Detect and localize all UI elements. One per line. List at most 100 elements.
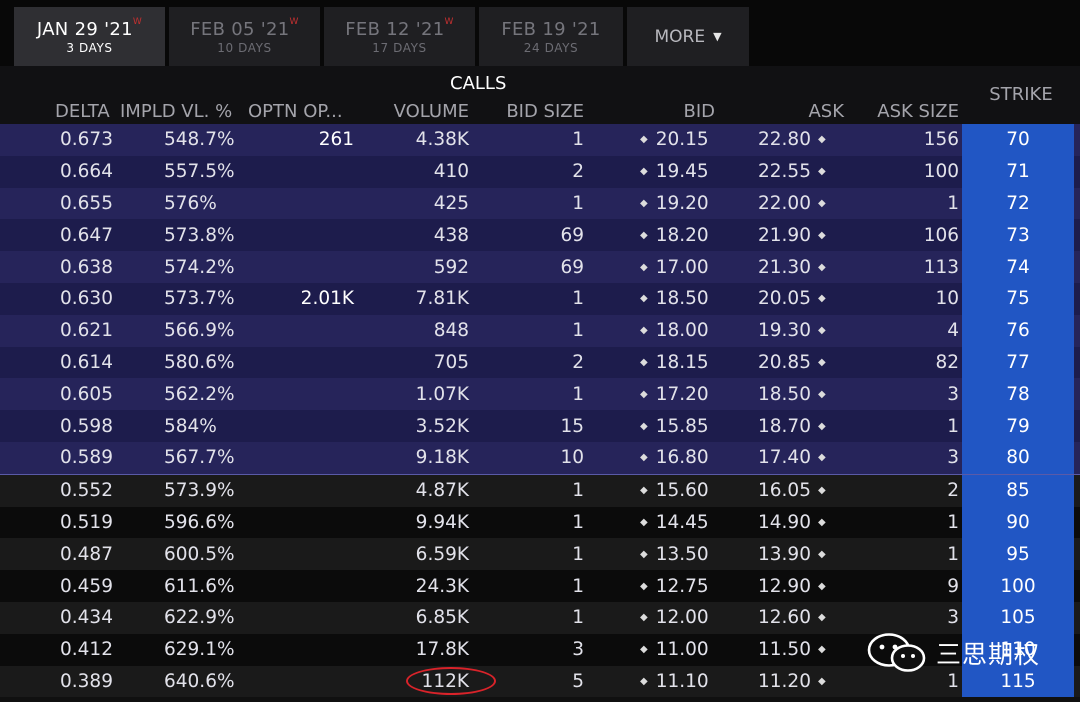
- table-row[interactable]: 0.647 573.8% 438 69 ◆ 18.20 21.90 ◆ 106 73: [0, 219, 1080, 252]
- delta-cell: 0.552: [60, 475, 113, 507]
- ask-size-cell-value: 1: [947, 415, 959, 437]
- implied-vol-cell: 584%: [164, 410, 217, 442]
- ask-size-cell-value: 100: [923, 161, 959, 183]
- table-row[interactable]: 0.630 573.7% 2.01K 7.81K 1 ◆ 18.50 20.05 ◆ 10 75: [0, 282, 1080, 315]
- col-header-bid-size[interactable]: BID SIZE: [506, 101, 584, 122]
- diamond-icon: ◆: [817, 548, 826, 560]
- strike-cell: 74: [962, 251, 1074, 283]
- wechat-icon: [867, 633, 926, 672]
- table-row[interactable]: 0.655 576% 425 1 ◆ 19.20 22.00 ◆ 1 72: [0, 187, 1080, 220]
- bid-cell[interactable]: ◆ 17.20: [640, 378, 709, 410]
- strike-cell-value: 90: [1006, 511, 1030, 533]
- bid-cell[interactable]: ◆ 11.00: [640, 634, 709, 666]
- implied-vol-cell-value: 629.1%: [164, 639, 235, 661]
- bid-cell[interactable]: ◆ 15.60: [640, 475, 709, 507]
- col-header-delta[interactable]: DELTA: [55, 101, 110, 122]
- ask-cell[interactable]: 18.70 ◆: [758, 410, 826, 442]
- ask-cell[interactable]: 20.85 ◆: [758, 347, 826, 379]
- table-row[interactable]: 0.664 557.5% 410 2 ◆ 19.45 22.55 ◆ 100 71: [0, 155, 1080, 188]
- tab-feb-05[interactable]: FEB 05 '21W 10 DAYS: [169, 7, 320, 66]
- table-row[interactable]: 0.459 611.6% 24.3K 1 ◆ 12.75 12.90 ◆ 9 100: [0, 570, 1080, 602]
- table-row[interactable]: 0.519 596.6% 9.94K 1 ◆ 14.45 14.90 ◆ 1 90: [0, 506, 1080, 539]
- table-row[interactable]: 0.598 584% 3.52K 15 ◆ 15.85 18.70 ◆ 1 79: [0, 410, 1080, 442]
- ask-cell[interactable]: 12.90 ◆: [758, 570, 826, 602]
- bid-cell-value: 18.15: [655, 351, 709, 373]
- bid-cell[interactable]: ◆ 17.00: [640, 251, 709, 283]
- table-row[interactable]: 0.552 573.9% 4.87K 1 ◆ 15.60 16.05 ◆ 2 85: [0, 474, 1080, 507]
- bid-cell[interactable]: ◆ 18.00: [640, 315, 709, 347]
- bid-cell[interactable]: ◆ 19.20: [640, 188, 709, 220]
- bid-cell-value: 15.60: [655, 480, 709, 502]
- col-header-strike[interactable]: STRIKE: [962, 84, 1080, 105]
- tab-feb-12[interactable]: FEB 12 '21W 17 DAYS: [324, 7, 475, 66]
- ask-cell[interactable]: 11.20 ◆: [758, 666, 826, 698]
- delta-cell: 0.614: [60, 347, 113, 379]
- bid-cell[interactable]: ◆ 15.85: [640, 410, 709, 442]
- ask-cell-value: 21.30: [758, 256, 811, 278]
- red-circle-annotation: [406, 666, 496, 695]
- col-header-implied-vol[interactable]: IMPLD VL. %: [120, 101, 232, 122]
- ask-cell[interactable]: 21.90 ◆: [758, 219, 826, 251]
- diamond-icon: ◆: [640, 420, 648, 432]
- ask-cell[interactable]: 21.30 ◆: [758, 251, 826, 283]
- bid-cell[interactable]: ◆ 16.80: [640, 442, 709, 474]
- ask-cell[interactable]: 12.60 ◆: [758, 602, 826, 634]
- tab-jan-29[interactable]: JAN 29 '21W 3 DAYS: [14, 7, 165, 66]
- delta-cell: 0.664: [60, 156, 113, 188]
- bid-cell[interactable]: ◆ 20.15: [640, 124, 709, 156]
- ask-cell[interactable]: 11.50 ◆: [758, 634, 826, 666]
- table-row[interactable]: 0.614 580.6% 705 2 ◆ 18.15 20.85 ◆ 82 77: [0, 346, 1080, 379]
- strike-cell-value: 100: [1000, 575, 1036, 597]
- strike-cell: 85: [962, 474, 1074, 507]
- diamond-icon: ◆: [640, 452, 648, 464]
- col-header-ask-size[interactable]: ASK SIZE: [877, 101, 959, 122]
- table-row[interactable]: 0.621 566.9% 848 1 ◆ 18.00 19.30 ◆ 4 76: [0, 314, 1080, 347]
- bid-cell[interactable]: ◆ 14.45: [640, 507, 709, 539]
- ask-cell-value: 13.90: [758, 543, 811, 565]
- bid-cell[interactable]: ◆ 18.15: [640, 347, 709, 379]
- ask-cell[interactable]: 22.00 ◆: [758, 188, 826, 220]
- diamond-icon: ◆: [817, 325, 826, 337]
- col-header-open-interest[interactable]: OPTN OP...: [248, 101, 343, 122]
- ask-cell[interactable]: 20.05 ◆: [758, 283, 826, 315]
- table-row[interactable]: 0.487 600.5% 6.59K 1 ◆ 13.50 13.90 ◆ 1 95: [0, 538, 1080, 571]
- bid-cell[interactable]: ◆ 13.50: [640, 538, 709, 570]
- implied-vol-cell: 596.6%: [164, 507, 235, 539]
- bid-cell[interactable]: ◆ 12.75: [640, 570, 709, 602]
- ask-size-cell: 4: [947, 315, 959, 347]
- delta-cell-value: 0.589: [60, 447, 113, 469]
- tab-days: 17 DAYS: [372, 40, 427, 55]
- bid-cell[interactable]: ◆ 19.45: [640, 156, 709, 188]
- bid-size-cell: 1: [572, 475, 584, 507]
- ask-cell[interactable]: 14.90 ◆: [758, 507, 826, 539]
- ask-cell[interactable]: 19.30 ◆: [758, 315, 826, 347]
- bid-size-cell-value: 69: [560, 256, 584, 278]
- ask-cell[interactable]: 22.55 ◆: [758, 156, 826, 188]
- delta-cell: 0.459: [60, 570, 113, 602]
- ask-cell[interactable]: 22.80 ◆: [758, 124, 826, 156]
- col-header-volume[interactable]: VOLUME: [394, 101, 469, 122]
- ask-size-cell-value: 1: [947, 670, 959, 692]
- ask-size-cell-value: 1: [947, 192, 959, 214]
- ask-cell[interactable]: 18.50 ◆: [758, 378, 826, 410]
- col-header-bid[interactable]: BID: [683, 101, 715, 122]
- diamond-icon: ◆: [817, 675, 826, 687]
- table-row[interactable]: 0.434 622.9% 6.85K 1 ◆ 12.00 12.60 ◆ 3 105: [0, 601, 1080, 634]
- bid-cell[interactable]: ◆ 12.00: [640, 602, 709, 634]
- table-row[interactable]: 0.673 548.7% 261 4.38K 1 ◆ 20.15 22.80 ◆ 156 70: [0, 124, 1080, 156]
- col-header-ask[interactable]: ASK: [808, 101, 844, 122]
- table-row[interactable]: 0.589 567.7% 9.18K 10 ◆ 16.80 17.40 ◆ 3 80: [0, 441, 1080, 475]
- bid-cell[interactable]: ◆ 18.50: [640, 283, 709, 315]
- ask-cell[interactable]: 16.05 ◆: [758, 475, 826, 507]
- diamond-icon: ◆: [640, 166, 648, 178]
- diamond-icon: ◆: [817, 516, 826, 528]
- table-row[interactable]: 0.605 562.2% 1.07K 1 ◆ 17.20 18.50 ◆ 3 78: [0, 378, 1080, 411]
- strike-cell-value: 79: [1006, 415, 1030, 437]
- bid-cell[interactable]: ◆ 18.20: [640, 219, 709, 251]
- ask-cell[interactable]: 13.90 ◆: [758, 538, 826, 570]
- table-row[interactable]: 0.638 574.2% 592 69 ◆ 17.00 21.30 ◆ 113 74: [0, 251, 1080, 283]
- more-tabs-button[interactable]: MORE ▼: [627, 7, 749, 66]
- tab-feb-19[interactable]: FEB 19 '21 24 DAYS: [479, 7, 623, 66]
- ask-cell[interactable]: 17.40 ◆: [758, 442, 826, 474]
- bid-cell[interactable]: ◆ 11.10: [640, 666, 709, 698]
